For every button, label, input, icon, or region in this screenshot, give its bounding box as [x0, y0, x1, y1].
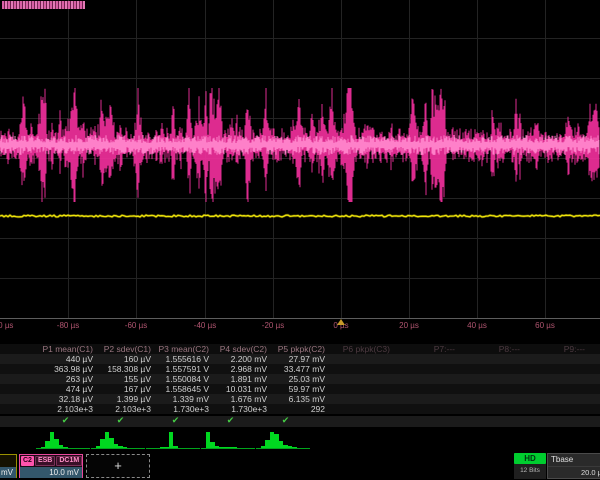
axis-tick-label: 40 µs	[467, 321, 487, 330]
measure-row: 32.18 µV1.399 µV1.339 mV1.676 mV6.135 mV	[0, 394, 600, 404]
add-channel-button[interactable]: +	[86, 454, 150, 478]
measure-value: 2.968 mV	[212, 364, 270, 374]
status-check-icon: ✔	[258, 416, 313, 427]
measure-value: 25.03 mV	[270, 374, 328, 384]
measure-table: P1 mean(C1)P2 sdev(C1)P3 mean(C2)P4 sdev…	[0, 344, 600, 414]
axis-tick-label: -20 µs	[262, 321, 284, 330]
channel-c1-descriptor[interactable]: C1 DC1M 10.0 mV	[0, 454, 17, 478]
measure-value: 440 µV	[38, 354, 96, 364]
channel-c2-descriptor[interactable]: C2 ESB DC1M 10.0 mV	[19, 454, 83, 478]
measure-header-unused[interactable]: P8:---	[458, 344, 523, 354]
axis-tick-label: 20 µs	[399, 321, 419, 330]
measure-header-unused[interactable]: P10:---	[588, 344, 600, 354]
axis-tick-label: -40 µs	[194, 321, 216, 330]
timebase-label: Tbase	[548, 454, 600, 467]
measure-value: 155 µV	[96, 374, 154, 384]
measure-value: 1.558645 V	[154, 384, 212, 394]
c2-coupling-badge: DC1M	[56, 456, 82, 466]
measure-header[interactable]: P2 sdev(C1)	[96, 344, 154, 354]
histicon	[256, 430, 310, 449]
status-check-icon: ✔	[148, 416, 203, 427]
status-row: ✔✔✔✔✔	[0, 416, 600, 427]
waveform-display[interactable]	[0, 0, 600, 318]
measure-header[interactable]: P1 mean(C1)	[38, 344, 96, 354]
histicon	[201, 430, 255, 449]
measure-value: 2.103e+3	[96, 404, 154, 414]
measure-header-row: P1 mean(C1)P2 sdev(C1)P3 mean(C2)P4 sdev…	[0, 344, 600, 354]
measure-value: 158.308 µV	[96, 364, 154, 374]
oscilloscope-screen: -100 µs-80 µs-60 µs-40 µs-20 µs0 µs20 µs…	[0, 0, 600, 480]
measure-row: 2.103e+32.103e+31.730e+31.730e+3292	[0, 404, 600, 414]
c2-scale: 10.0 mV	[20, 467, 82, 478]
measure-row: 263 µV155 µV1.550084 V1.891 mV25.03 mV	[0, 374, 600, 384]
histicon-row	[0, 430, 600, 451]
measure-header[interactable]: P5 pkpk(C2)	[270, 344, 328, 354]
measure-value: 1.676 mV	[212, 394, 270, 404]
bit-depth-label: 12 Bits	[514, 464, 546, 478]
histicon	[36, 430, 90, 449]
measure-header[interactable]: P4 sdev(C2)	[212, 344, 270, 354]
measure-value: 33.477 mV	[270, 364, 328, 374]
axis-labels: -100 µs-80 µs-60 µs-40 µs-20 µs0 µs20 µs…	[0, 321, 600, 332]
measure-row: 440 µV160 µV1.555616 V2.200 mV27.97 mV	[0, 354, 600, 364]
measure-value: 292	[270, 404, 328, 414]
measure-value: 1.555616 V	[154, 354, 212, 364]
measure-header-unused[interactable]: P6 pkpk(C3)	[328, 344, 393, 354]
measure-value: 27.97 mV	[270, 354, 328, 364]
trace-annotation-strip	[2, 1, 85, 9]
c2-badges: C2 ESB DC1M	[20, 455, 82, 467]
measure-header-unused[interactable]: P7:---	[393, 344, 458, 354]
axis-tick-label: 60 µs	[535, 321, 555, 330]
axis-tick-label: -80 µs	[57, 321, 79, 330]
histicon-bar	[233, 447, 238, 448]
histicon-bar	[63, 447, 68, 448]
measure-value: 32.18 µV	[38, 394, 96, 404]
histicon	[146, 430, 200, 449]
timebase-value: 20.0 µs/div	[581, 467, 600, 479]
measure-value: 6.135 mV	[270, 394, 328, 404]
time-axis-line	[0, 318, 600, 319]
timebase-value-row: 20.0 µs/div	[548, 467, 600, 479]
axis-tick-label: -60 µs	[125, 321, 147, 330]
hd-mode-badge: HD	[514, 453, 546, 464]
measure-value: 474 µV	[38, 384, 96, 394]
measure-value: 1.557591 V	[154, 364, 212, 374]
measure-value: 1.730e+3	[212, 404, 270, 414]
c2-mode-badge: ESB	[35, 456, 55, 466]
measure-value: 2.103e+3	[38, 404, 96, 414]
axis-tick-label: -100 µs	[0, 321, 13, 330]
acquisition-mode-box[interactable]: HD 12 Bits	[514, 453, 546, 479]
trigger-time-marker[interactable]	[337, 319, 345, 325]
timebase-descriptor[interactable]: Tbase 20.0 µs/div	[547, 453, 600, 479]
measure-value: 1.550084 V	[154, 374, 212, 384]
measure-value: 1.730e+3	[154, 404, 212, 414]
measure-value: 1.891 mV	[212, 374, 270, 384]
measure-value: 160 µV	[96, 354, 154, 364]
measure-value: 1.399 µV	[96, 394, 154, 404]
measure-value: 10.031 mV	[212, 384, 270, 394]
c2-channel-badge: C2	[21, 456, 34, 466]
measure-row: 363.98 µV158.308 µV1.557591 V2.968 mV33.…	[0, 364, 600, 374]
measure-value: 1.339 mV	[154, 394, 212, 404]
measure-value: 363.98 µV	[38, 364, 96, 374]
histicon	[91, 430, 145, 449]
measure-value: 263 µV	[38, 374, 96, 384]
measure-value: 59.97 mV	[270, 384, 328, 394]
measure-header-unused[interactable]: P9:---	[523, 344, 588, 354]
measure-value: 2.200 mV	[212, 354, 270, 364]
histicon-bar	[292, 447, 297, 448]
measure-row: 474 µV167 µV1.558645 V10.031 mV59.97 mV	[0, 384, 600, 394]
status-check-icon: ✔	[38, 416, 93, 427]
bottom-bar: C1 DC1M 10.0 mV C2 ESB DC1M 10.0 mV + HD…	[0, 452, 600, 480]
c1-scale: 10.0 mV	[0, 467, 16, 478]
measure-value: 167 µV	[96, 384, 154, 394]
histicon-bar	[173, 446, 178, 448]
measure-header[interactable]: P3 mean(C2)	[154, 344, 212, 354]
status-check-icon: ✔	[93, 416, 148, 427]
c1-badges: C1 DC1M	[0, 455, 16, 467]
status-check-icon: ✔	[203, 416, 258, 427]
histicon-bar	[123, 447, 128, 448]
